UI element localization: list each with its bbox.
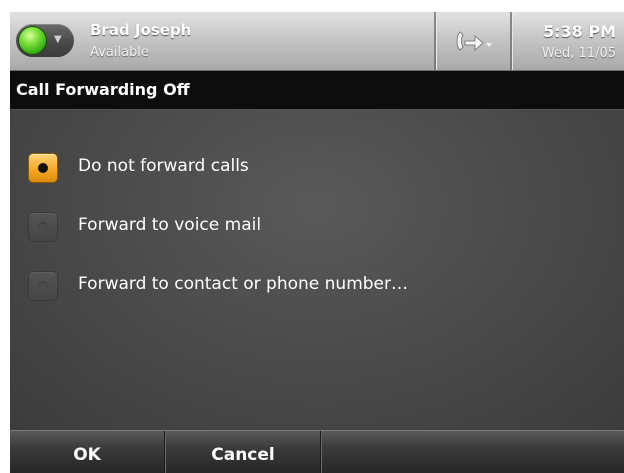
- ok-button-label: OK: [73, 445, 101, 465]
- date-display: Wed, 11/05: [541, 46, 616, 61]
- radio-dot-icon: [38, 281, 48, 291]
- option-forward-voicemail[interactable]: Forward to voice mail: [28, 209, 608, 245]
- ok-button[interactable]: OK: [10, 431, 164, 473]
- radio-dot-icon: [38, 222, 48, 232]
- softkey-bar: OK Cancel: [10, 430, 624, 473]
- presence-status-icon: [19, 27, 46, 54]
- radio-button[interactable]: [28, 271, 58, 301]
- call-forward-icon: [456, 31, 492, 51]
- forwarding-options: Do not forward calls Forward to voice ma…: [10, 110, 624, 430]
- option-forward-contact[interactable]: Forward to contact or phone number…: [28, 268, 608, 304]
- cancel-button-label: Cancel: [211, 445, 275, 465]
- clock: 5:38 PM Wed, 11/05: [513, 12, 624, 70]
- page-title: Call Forwarding Off: [16, 80, 190, 99]
- phone-screen: ▼ Brad Joseph Available 5:38 PM Wed, 11/…: [10, 12, 624, 473]
- presence-button[interactable]: ▼: [16, 24, 74, 57]
- radio-dot-icon: [38, 163, 48, 173]
- chevron-down-icon: ▼: [54, 34, 62, 45]
- user-name: Brad Joseph: [90, 21, 192, 39]
- call-forward-button[interactable]: [437, 12, 510, 70]
- presence-status-text: Available: [90, 45, 149, 60]
- softkey-divider: [320, 431, 322, 473]
- title-bar: Call Forwarding Off: [10, 71, 624, 110]
- option-label: Forward to contact or phone number…: [78, 274, 409, 294]
- time-display: 5:38 PM: [542, 22, 616, 41]
- option-do-not-forward[interactable]: Do not forward calls: [28, 150, 608, 186]
- option-label: Do not forward calls: [78, 156, 249, 176]
- cancel-button[interactable]: Cancel: [166, 431, 320, 473]
- status-bar: ▼ Brad Joseph Available 5:38 PM Wed, 11/…: [10, 12, 624, 71]
- radio-button[interactable]: [28, 212, 58, 242]
- option-label: Forward to voice mail: [78, 215, 262, 235]
- radio-button-selected[interactable]: [28, 153, 58, 183]
